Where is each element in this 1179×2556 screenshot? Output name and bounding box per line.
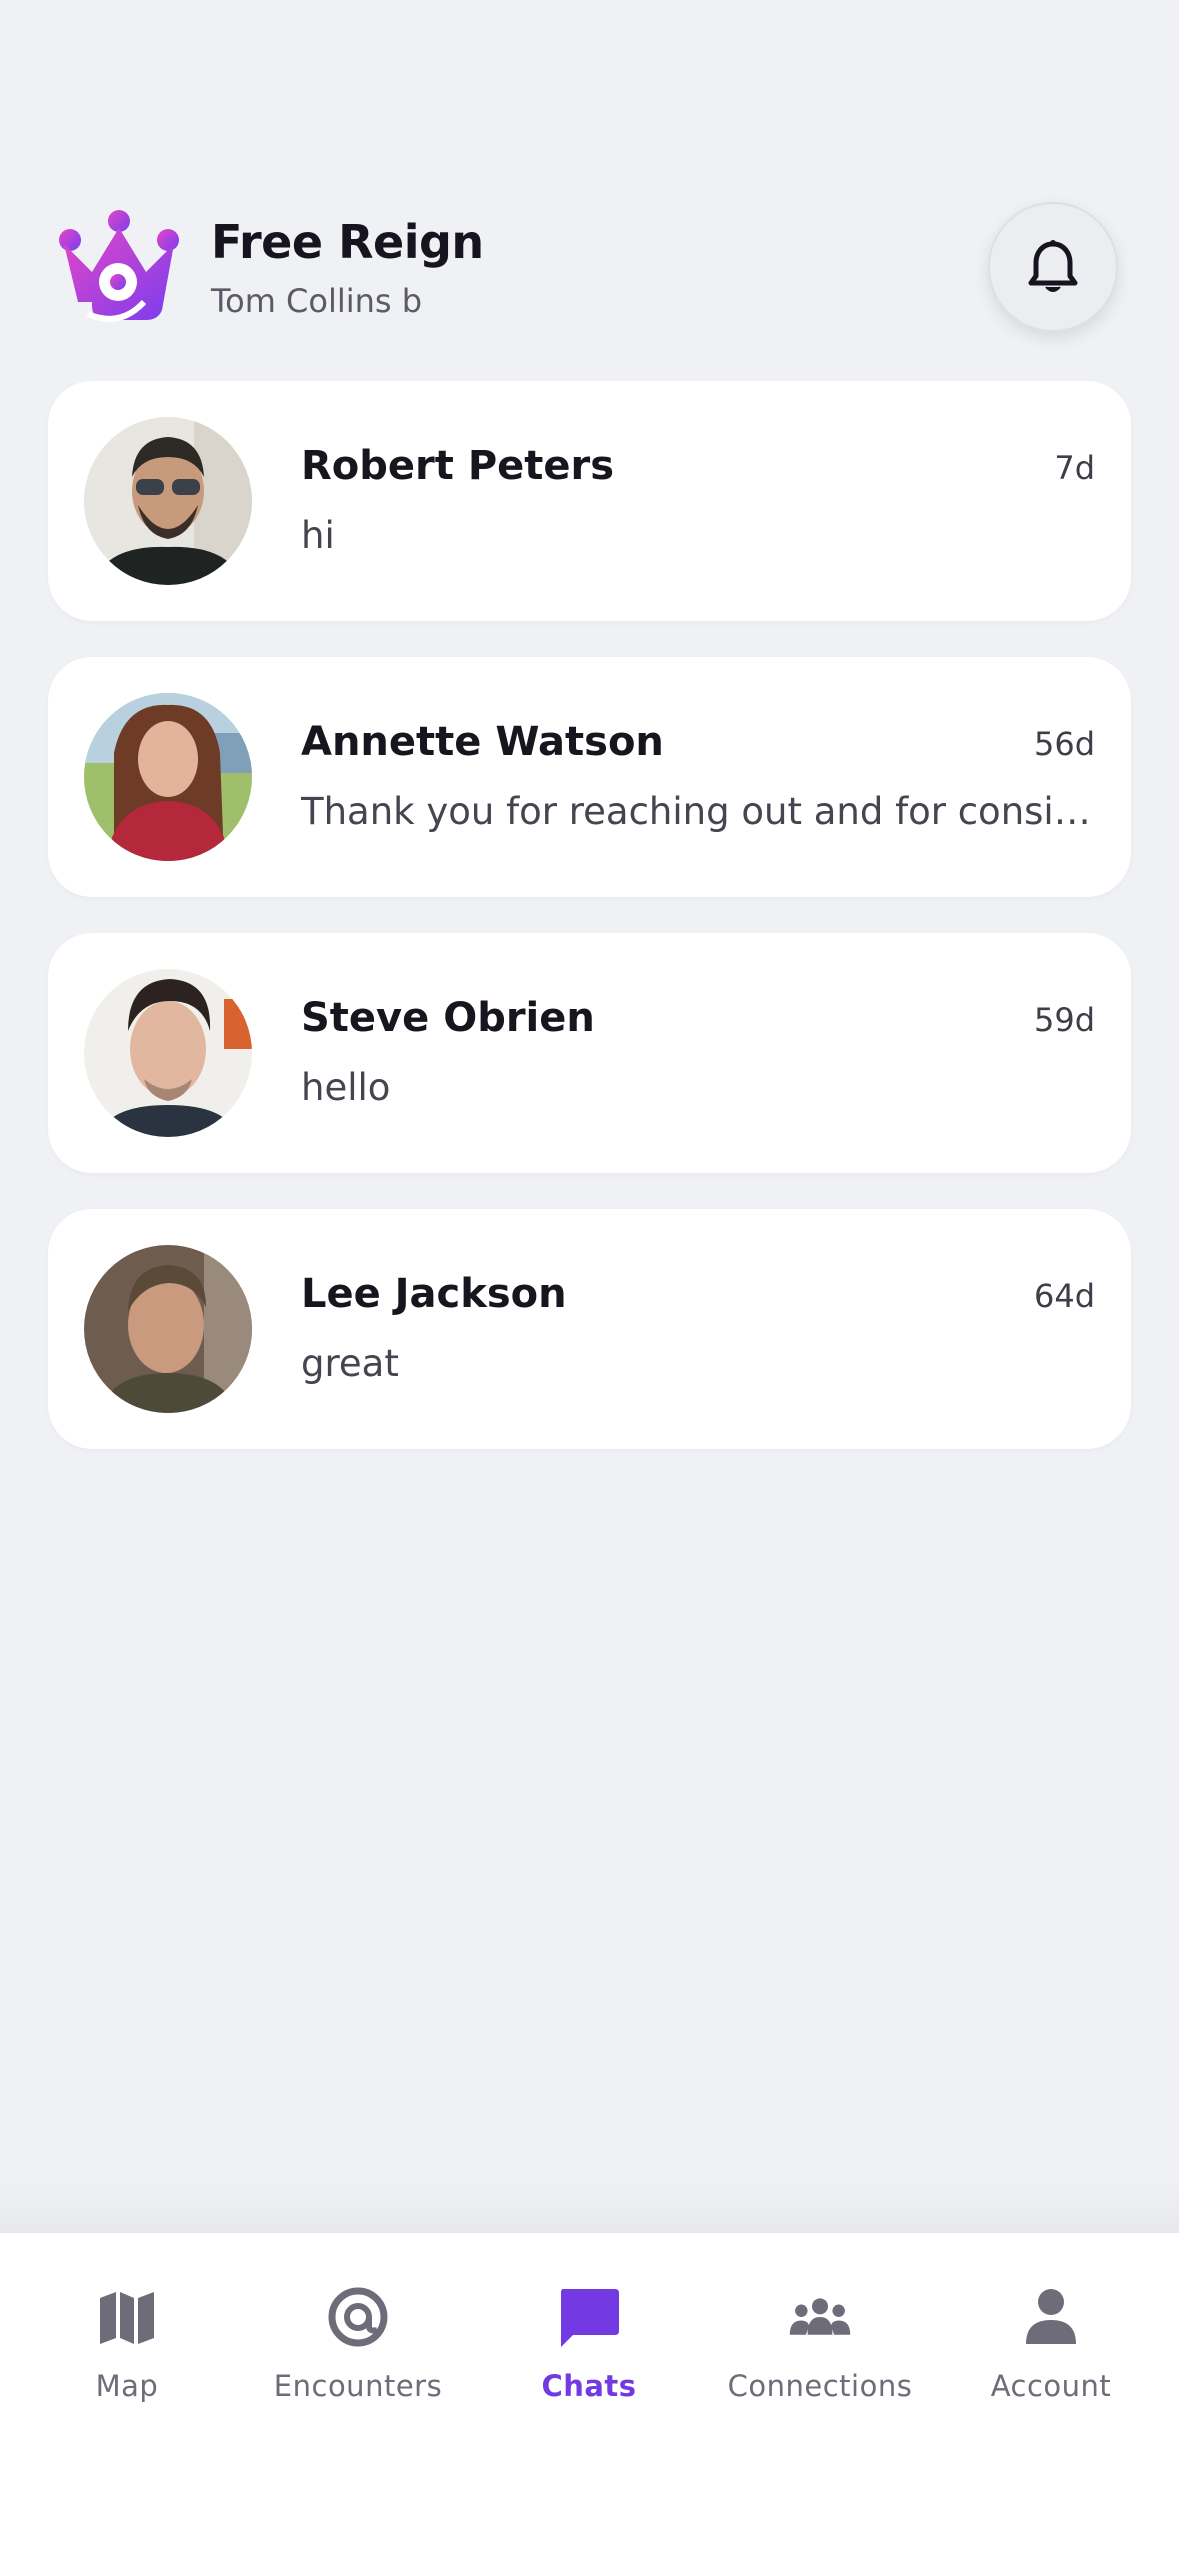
chat-row[interactable]: Annette Watson 56d Thank you for reachin… — [48, 657, 1131, 897]
notifications-button[interactable] — [988, 202, 1118, 332]
last-message-time: 7d — [1054, 449, 1095, 487]
bell-icon — [1028, 240, 1078, 292]
nav-shadow — [0, 2180, 1179, 2232]
message-preview: hello — [301, 1066, 391, 1109]
nav-label: Chats — [541, 2369, 637, 2403]
user-name: Tom Collins b — [211, 282, 423, 320]
nav-label: Connections — [727, 2369, 913, 2403]
contact-name: Steve Obrien — [301, 995, 595, 1041]
nav-label: Encounters — [273, 2369, 443, 2403]
radar-icon — [328, 2287, 388, 2347]
last-message-time: 56d — [1033, 725, 1095, 763]
nav-item-account[interactable]: Account — [936, 2285, 1166, 2435]
avatar — [84, 969, 252, 1137]
chat-row[interactable]: Steve Obrien 59d hello — [48, 933, 1131, 1173]
contact-name: Lee Jackson — [301, 1271, 567, 1317]
crown-logo-icon — [59, 210, 179, 322]
app-title: Free Reign — [211, 215, 484, 269]
map-icon — [100, 2292, 154, 2344]
message-preview: Thank you for reaching out and for consi… — [301, 790, 1101, 833]
contact-name: Robert Peters — [301, 443, 615, 489]
message-preview: hi — [301, 514, 335, 557]
nav-label: Map — [95, 2369, 159, 2403]
people-icon — [789, 2298, 851, 2335]
nav-item-connections[interactable]: Connections — [705, 2285, 935, 2435]
nav-item-encounters[interactable]: Encounters — [243, 2285, 473, 2435]
chat-bubble-icon — [561, 2289, 619, 2347]
person-icon — [1026, 2289, 1076, 2344]
avatar — [84, 1245, 252, 1413]
bottom-nav: Map Encounters Chats Connections Account — [0, 2232, 1179, 2556]
chat-row[interactable]: Lee Jackson 64d great — [48, 1209, 1131, 1449]
avatar — [84, 417, 252, 585]
chats-screen: Free Reign Tom Collins b Robert Peters 7… — [0, 0, 1179, 2556]
nav-label: Account — [990, 2369, 1112, 2403]
avatar — [84, 693, 252, 861]
contact-name: Annette Watson — [301, 719, 664, 765]
chat-list: Robert Peters 7d hi Annette Watson 56d T… — [48, 381, 1131, 1485]
message-preview: great — [301, 1342, 399, 1385]
nav-item-chats[interactable]: Chats — [474, 2285, 704, 2435]
chat-row[interactable]: Robert Peters 7d hi — [48, 381, 1131, 621]
app-header: Free Reign Tom Collins b — [0, 0, 1179, 360]
nav-item-map[interactable]: Map — [12, 2285, 242, 2435]
last-message-time: 64d — [1033, 1277, 1095, 1315]
last-message-time: 59d — [1033, 1001, 1095, 1039]
